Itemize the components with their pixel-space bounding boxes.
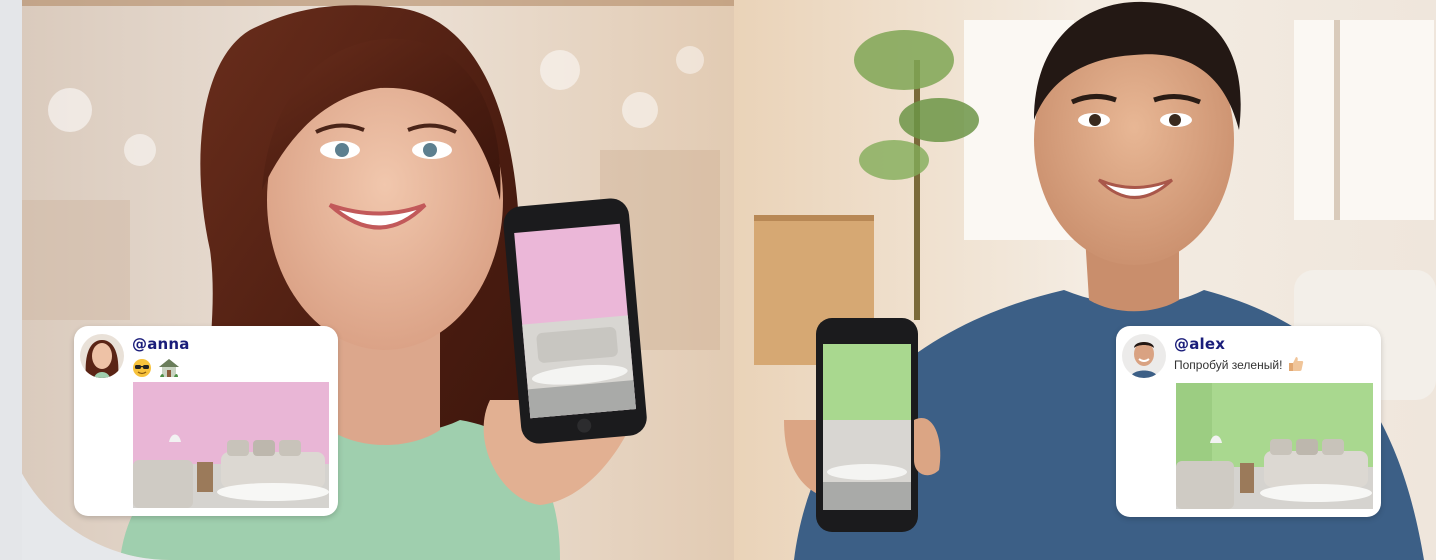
- avatar-alex[interactable]: [1122, 334, 1166, 378]
- left-margin-strip: [0, 0, 22, 560]
- room-thumbnail-green[interactable]: [1176, 383, 1373, 509]
- post-card-alex[interactable]: @alex Попробуй зеленый!: [1116, 326, 1381, 517]
- emoji-row: [132, 358, 180, 378]
- sunglasses-emoji-icon: [133, 359, 151, 377]
- post-card-anna[interactable]: @anna: [74, 326, 338, 516]
- handle-alex[interactable]: @alex: [1174, 335, 1225, 353]
- message-text: Попробуй зеленый!: [1174, 358, 1283, 372]
- handle-anna[interactable]: @anna: [132, 335, 190, 353]
- house-emoji-icon: [159, 359, 179, 377]
- room-thumbnail-pink[interactable]: [133, 382, 329, 508]
- ad-banner: @anna @alex Попробуй зеленый!: [0, 0, 1436, 560]
- thumbs-up-emoji-icon: [1288, 357, 1303, 371]
- avatar-anna[interactable]: [80, 334, 124, 378]
- message-alex: Попробуй зеленый!: [1174, 356, 1304, 372]
